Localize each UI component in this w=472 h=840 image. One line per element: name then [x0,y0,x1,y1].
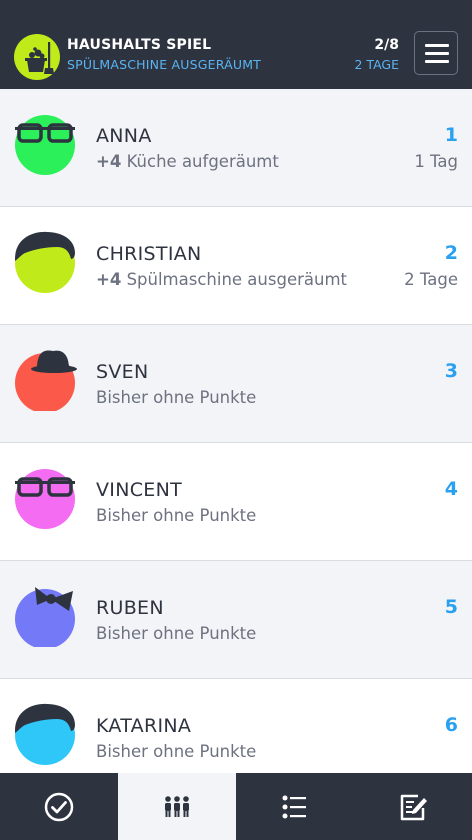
bottom-tab-bar [0,773,472,840]
glasses-avatar-icon [15,115,75,175]
player-name: RUBEN [96,597,164,619]
list-icon [282,795,306,819]
player-ranking-list: ANNA +4 Küche aufgeräumt 1 1 Tag CHRISTI… [0,89,472,773]
glasses-avatar-icon [15,469,75,529]
edit-note-icon [400,794,427,821]
round-progress: 2/8 [374,37,399,53]
player-name: CHRISTIAN [96,243,202,265]
hamburger-menu-icon [425,44,449,47]
player-name: KATARINA [96,715,192,737]
tab-task-list[interactable] [236,773,354,840]
days-count: 2 TAGE [354,57,399,72]
cleaning-bucket-icon [25,42,54,74]
hamburger-menu-bar [425,60,449,63]
app-header: HAUSHALTS SPIEL SPÜLMASCHINE AUSGERÄUMT … [0,0,472,89]
player-name: SVEN [96,361,149,383]
player-row-christian[interactable]: CHRISTIAN +4 Spülmaschine ausgeräumt 2 2… [0,207,472,325]
player-rank: 5 [444,596,458,618]
player-status: Bisher ohne Punkte [96,742,257,761]
player-row-anna[interactable]: ANNA +4 Küche aufgeräumt 1 1 Tag [0,89,472,207]
player-last-activity: +4 Spülmaschine ausgeräumt [96,270,347,289]
player-rank: 4 [444,478,458,500]
last-activity-subtitle: SPÜLMASCHINE AUSGERÄUMT [67,57,262,72]
player-rank: 2 [444,242,458,264]
tab-edit[interactable] [354,773,472,840]
player-name: ANNA [96,125,152,147]
checkmark-circle-icon [44,792,74,822]
points-gained: +4 [96,152,122,171]
player-status: Bisher ohne Punkte [96,624,257,643]
hair-avatar-icon [15,231,75,293]
player-name: VINCENT [96,479,183,501]
people-icon [165,796,189,817]
player-row-sven[interactable]: SVEN Bisher ohne Punkte 3 [0,325,472,443]
hat-avatar-icon [15,350,77,411]
activity-label: Küche aufgeräumt [126,152,279,171]
player-row-katarina[interactable]: KATARINA Bisher ohne Punkte 6 [0,679,472,773]
player-rank: 6 [444,714,458,736]
app-title: HAUSHALTS SPIEL [67,37,212,53]
logo-avatar [14,34,60,80]
tab-players[interactable] [118,773,236,840]
player-rank: 1 [444,124,458,146]
hair-avatar-icon [15,703,75,765]
bow-avatar-icon [15,587,75,647]
player-last-activity: +4 Küche aufgeräumt [96,152,279,171]
time-ago: 2 Tage [404,270,458,289]
time-ago: 1 Tag [414,152,458,171]
player-status: Bisher ohne Punkte [96,388,257,407]
player-row-vincent[interactable]: VINCENT Bisher ohne Punkte 4 [0,443,472,561]
player-rank: 3 [444,360,458,382]
menu-button[interactable] [414,31,458,75]
hamburger-menu-bar [425,52,449,55]
points-gained: +4 [96,270,122,289]
player-row-ruben[interactable]: RUBEN Bisher ohne Punkte 5 [0,561,472,679]
player-status: Bisher ohne Punkte [96,506,257,525]
tab-tasks-done[interactable] [0,773,118,840]
activity-label: Spülmaschine ausgeräumt [126,270,347,289]
